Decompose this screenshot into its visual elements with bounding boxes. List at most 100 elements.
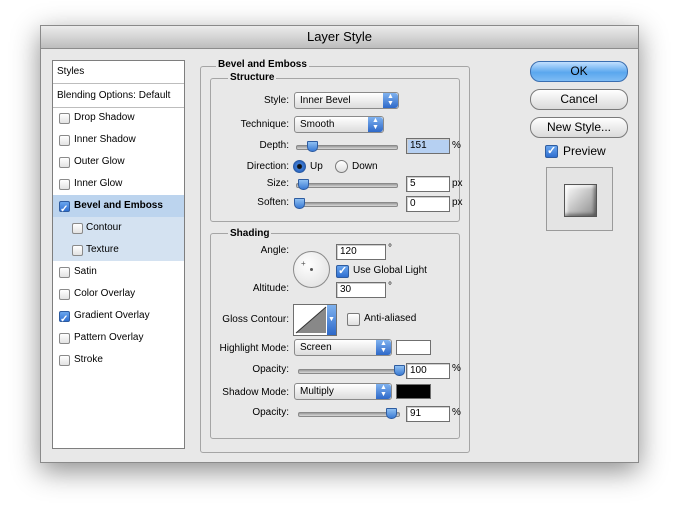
sidebar-checkbox[interactable] bbox=[59, 179, 70, 190]
chevron-updown-icon: ▲ ▼ bbox=[368, 117, 383, 132]
sidebar-item-label: Inner Shadow bbox=[74, 134, 136, 145]
sidebar-item-label: Stroke bbox=[74, 354, 103, 365]
direction-down-radio[interactable] bbox=[335, 160, 348, 173]
shadow-mode-label: Shadow Mode: bbox=[222, 387, 289, 398]
sidebar-checkbox[interactable] bbox=[59, 309, 70, 331]
sidebar-item-contour[interactable]: Contour bbox=[53, 217, 184, 239]
gloss-contour-picker[interactable]: ▼ bbox=[293, 304, 337, 336]
size-slider-thumb[interactable] bbox=[298, 179, 309, 190]
sidebar-item-label: Pattern Overlay bbox=[74, 332, 144, 343]
style-label: Style: bbox=[263, 95, 289, 106]
direction-label: Direction: bbox=[246, 161, 289, 172]
sidebar-item-label: Bevel and Emboss bbox=[74, 200, 163, 211]
sidebar-item-label: Inner Glow bbox=[74, 178, 123, 189]
shadow-color-swatch[interactable] bbox=[396, 384, 431, 399]
sidebar-item-drop-shadow[interactable]: Drop Shadow bbox=[53, 107, 184, 129]
sidebar-item-inner-glow[interactable]: Inner Glow bbox=[53, 173, 184, 195]
sidebar-item-satin[interactable]: Satin bbox=[53, 261, 184, 283]
shading-title: Shading bbox=[228, 228, 272, 239]
preview-label: Preview bbox=[563, 144, 606, 158]
gloss-contour-label: Gloss Contour: bbox=[222, 314, 289, 325]
depth-slider-thumb[interactable] bbox=[307, 141, 318, 152]
shadow-opacity-input[interactable]: 91 bbox=[406, 406, 450, 422]
contour-curve-icon bbox=[295, 306, 327, 334]
sidebar-item-stroke[interactable]: Stroke bbox=[53, 349, 184, 371]
preview-swatch-icon bbox=[564, 184, 597, 217]
anti-aliased-checkbox[interactable] bbox=[347, 313, 360, 326]
direction-up-radio[interactable] bbox=[293, 160, 306, 173]
sidebar-checkbox[interactable] bbox=[59, 157, 70, 168]
sidebar-item-gradient-overlay[interactable]: Gradient Overlay bbox=[53, 305, 184, 331]
dialog-title: Layer Style bbox=[41, 26, 638, 49]
highlight-mode-select[interactable]: Screen ▲ ▼ bbox=[294, 339, 392, 356]
shadow-mode-select[interactable]: Multiply ▲ ▼ bbox=[294, 383, 392, 400]
sidebar-item-label: Gradient Overlay bbox=[74, 310, 150, 321]
chevron-updown-icon: ▲ ▼ bbox=[376, 384, 391, 399]
angle-unit: ° bbox=[388, 243, 392, 254]
shadow-opacity-thumb[interactable] bbox=[386, 408, 397, 419]
size-label: Size: bbox=[266, 178, 289, 189]
sidebar-item-inner-shadow[interactable]: Inner Shadow bbox=[53, 129, 184, 151]
sidebar-item-label: Contour bbox=[86, 222, 122, 233]
size-slider[interactable] bbox=[296, 183, 398, 188]
sidebar-item-texture[interactable]: Texture bbox=[53, 239, 184, 261]
cancel-button[interactable]: Cancel bbox=[530, 89, 628, 110]
highlight-opacity-input[interactable]: 100 bbox=[406, 363, 450, 379]
highlight-color-swatch[interactable] bbox=[396, 340, 431, 355]
sidebar-checkbox[interactable] bbox=[72, 245, 83, 256]
shadow-opacity-unit: % bbox=[452, 407, 461, 418]
size-unit: px bbox=[452, 178, 463, 189]
soften-unit: px bbox=[452, 197, 463, 208]
sidebar-checkbox[interactable] bbox=[59, 135, 70, 146]
depth-label: Depth: bbox=[259, 140, 289, 151]
angle-input[interactable]: 120 bbox=[336, 244, 386, 260]
anti-aliased-label: Anti-aliased bbox=[364, 313, 417, 324]
chevron-down-icon: ▼ bbox=[327, 305, 336, 335]
layer-style-dialog: Layer Style Styles Blending Options: Def… bbox=[40, 25, 639, 463]
sidebar-item-pattern-overlay[interactable]: Pattern Overlay bbox=[53, 327, 184, 349]
global-light-checkbox[interactable] bbox=[336, 264, 349, 278]
bevel-emboss-title: Bevel and Emboss bbox=[216, 59, 309, 70]
direction-up-label: Up bbox=[310, 161, 323, 172]
chevron-updown-icon: ▲ ▼ bbox=[376, 340, 391, 355]
technique-select[interactable]: Smooth ▲ ▼ bbox=[294, 116, 384, 133]
sidebar-item-label: Outer Glow bbox=[74, 156, 125, 167]
ok-button[interactable]: OK bbox=[530, 61, 628, 82]
sidebar-checkbox[interactable] bbox=[59, 333, 70, 344]
depth-input[interactable]: 151 bbox=[406, 138, 450, 154]
new-style-button[interactable]: New Style... bbox=[530, 117, 628, 138]
sidebar-item-bevel-and-emboss[interactable]: Bevel and Emboss bbox=[53, 195, 184, 221]
dial-light-icon: + bbox=[301, 259, 306, 268]
style-value: Inner Bevel bbox=[300, 95, 351, 106]
sidebar-checkbox[interactable] bbox=[59, 113, 70, 124]
structure-title: Structure bbox=[228, 72, 277, 83]
sidebar-checkbox[interactable] bbox=[59, 199, 70, 221]
altitude-input[interactable]: 30 bbox=[336, 282, 386, 298]
shadow-opacity-slider[interactable] bbox=[298, 412, 400, 417]
highlight-opacity-unit: % bbox=[452, 363, 461, 374]
sidebar-item-outer-glow[interactable]: Outer Glow bbox=[53, 151, 184, 173]
dial-center-icon bbox=[310, 268, 313, 271]
sidebar-checkbox[interactable] bbox=[59, 267, 70, 278]
highlight-opacity-thumb[interactable] bbox=[394, 365, 405, 376]
highlight-opacity-slider[interactable] bbox=[298, 369, 400, 374]
sidebar-checkbox[interactable] bbox=[59, 355, 70, 366]
blending-options-item[interactable]: Blending Options: Default bbox=[53, 85, 184, 108]
style-select[interactable]: Inner Bevel ▲ ▼ bbox=[294, 92, 399, 109]
technique-value: Smooth bbox=[300, 119, 335, 130]
soften-slider[interactable] bbox=[296, 202, 398, 207]
sidebar-item-color-overlay[interactable]: Color Overlay bbox=[53, 283, 184, 305]
angle-dial[interactable]: + bbox=[293, 251, 330, 288]
sidebar-checkbox[interactable] bbox=[72, 223, 83, 234]
highlight-opacity-label: Opacity: bbox=[252, 364, 289, 375]
soften-slider-thumb[interactable] bbox=[294, 198, 305, 209]
chevron-updown-icon: ▲ ▼ bbox=[383, 93, 398, 108]
highlight-mode-value: Screen bbox=[300, 342, 332, 353]
soften-input[interactable]: 0 bbox=[406, 196, 450, 212]
styles-header[interactable]: Styles bbox=[53, 61, 184, 84]
sidebar-checkbox[interactable] bbox=[59, 289, 70, 300]
altitude-label: Altitude: bbox=[252, 283, 289, 294]
size-input[interactable]: 5 bbox=[406, 176, 450, 192]
sidebar-item-label: Color Overlay bbox=[74, 288, 136, 299]
preview-checkbox[interactable] bbox=[545, 144, 558, 158]
